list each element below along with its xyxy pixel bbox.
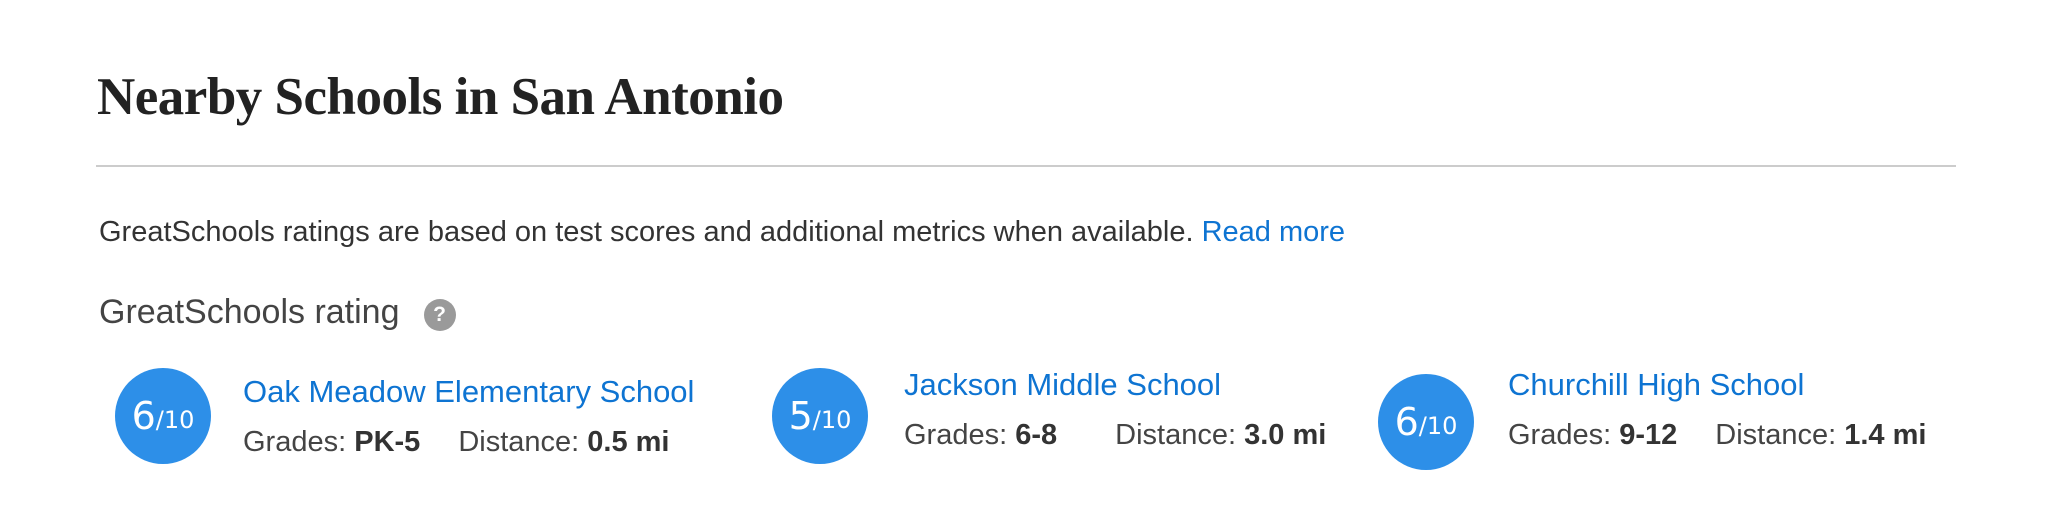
distance-value: 1.4 mi: [1844, 419, 1927, 451]
ratings-intro-text: GreatSchools ratings are based on test s…: [99, 216, 1194, 248]
distance-value: 0.5 mi: [587, 426, 670, 458]
rating-heading-label: GreatSchools rating: [99, 293, 400, 331]
rating-badge: 5/10: [772, 368, 868, 464]
grades-label: Grades:: [904, 419, 1008, 451]
distance-label: Distance:: [458, 426, 580, 458]
rating-badge: 6/10: [1378, 374, 1474, 470]
distance-value: 3.0 mi: [1244, 419, 1327, 451]
grades-value: 9-12: [1619, 419, 1678, 451]
school-meta: Grades: 9-12 Distance: 1.4 mi: [1508, 415, 1926, 455]
read-more-link[interactable]: Read more: [1202, 216, 1345, 248]
grades-value: PK-5: [354, 426, 421, 458]
rating-badge: 6/10: [115, 368, 211, 464]
school-card-churchill: 6/10 Churchill High School Grades: 9-12 D…: [1378, 367, 1926, 470]
distance-label: Distance:: [1115, 419, 1237, 451]
grades-label: Grades:: [1508, 419, 1612, 451]
school-name-link[interactable]: Oak Meadow Elementary School: [243, 372, 694, 412]
help-icon[interactable]: ?: [423, 299, 456, 331]
school-name-link[interactable]: Churchill High School: [1508, 365, 1926, 405]
school-meta: Grades: 6-8 Distance: 3.0 mi: [904, 415, 1326, 455]
rating-scale: /10: [155, 406, 195, 434]
section-divider: [96, 165, 1956, 167]
school-name-link[interactable]: Jackson Middle School: [904, 365, 1326, 405]
school-meta: Grades: PK-5 Distance: 0.5 mi: [243, 422, 694, 462]
rating-value: 6: [131, 394, 156, 438]
distance-label: Distance:: [1715, 419, 1837, 451]
ratings-intro: GreatSchools ratings are based on test s…: [99, 212, 1345, 252]
page-title: Nearby Schools in San Antonio: [97, 68, 784, 126]
rating-scale: /10: [812, 406, 852, 434]
grades-value: 6-8: [1015, 419, 1058, 451]
rating-heading: GreatSchools rating ?: [99, 290, 456, 334]
rating-value: 5: [788, 394, 813, 438]
rating-scale: /10: [1418, 412, 1458, 440]
grades-label: Grades:: [243, 426, 347, 458]
school-card-jackson: 5/10 Jackson Middle School Grades: 6-8 Di…: [772, 365, 1326, 464]
school-info: Oak Meadow Elementary School Grades: PK-…: [243, 372, 694, 462]
school-card-oak-meadow: 6/10 Oak Meadow Elementary School Grades…: [115, 368, 694, 464]
school-info: Jackson Middle School Grades: 6-8 Distanc…: [904, 365, 1326, 455]
rating-value: 6: [1394, 400, 1419, 444]
school-info: Churchill High School Grades: 9-12 Distan…: [1508, 365, 1926, 455]
